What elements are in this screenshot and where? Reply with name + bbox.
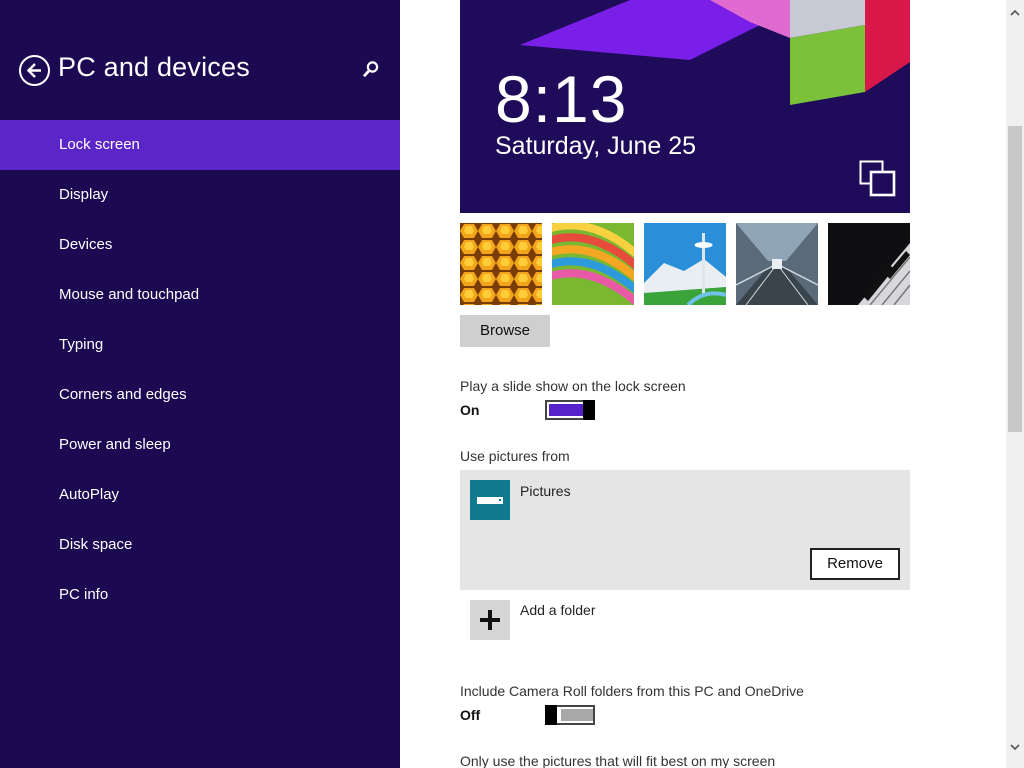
preview-date: Saturday, June 25 bbox=[495, 132, 697, 160]
sidebar-item-mouse-and-touchpad[interactable]: Mouse and touchpad bbox=[0, 270, 400, 320]
search-button[interactable] bbox=[360, 58, 382, 82]
folder-name: Pictures bbox=[520, 483, 571, 499]
thumbnail-tunnel[interactable] bbox=[736, 223, 818, 305]
add-folder-button[interactable]: Add a folder bbox=[470, 600, 710, 640]
thumbnail-piano[interactable] bbox=[828, 223, 910, 305]
camera-roll-label: Include Camera Roll folders from this PC… bbox=[460, 683, 804, 699]
scrollbar[interactable] bbox=[1006, 0, 1024, 768]
slideshow-state: On bbox=[460, 402, 480, 418]
sidebar-item-disk-space[interactable]: Disk space bbox=[0, 520, 400, 570]
preview-time: 8:13 bbox=[495, 62, 628, 136]
sidebar: PC and devices Lock screen Display Devic… bbox=[0, 0, 400, 768]
slideshow-label: Play a slide show on the lock screen bbox=[460, 378, 686, 394]
plus-icon bbox=[470, 600, 510, 640]
slideshow-toggle[interactable] bbox=[545, 400, 595, 420]
page-title: PC and devices bbox=[58, 52, 250, 82]
sidebar-item-power-and-sleep[interactable]: Power and sleep bbox=[0, 420, 400, 470]
pictures-folder-icon bbox=[470, 480, 510, 520]
remove-button[interactable]: Remove bbox=[810, 548, 900, 580]
thumbnail-honeycomb[interactable] bbox=[460, 223, 542, 305]
camera-roll-toggle[interactable] bbox=[545, 705, 595, 725]
sidebar-item-autoplay[interactable]: AutoPlay bbox=[0, 470, 400, 520]
back-arrow-icon bbox=[26, 63, 41, 78]
thumbnail-space-needle[interactable] bbox=[644, 223, 726, 305]
camera-roll-state: Off bbox=[460, 707, 481, 723]
scroll-up-arrow[interactable] bbox=[1006, 4, 1024, 22]
scroll-down-arrow[interactable] bbox=[1006, 738, 1024, 756]
sidebar-item-pc-info[interactable]: PC info bbox=[0, 570, 400, 620]
pictures-folder-entry[interactable]: Pictures Remove bbox=[460, 470, 910, 590]
scroll-thumb[interactable] bbox=[1008, 126, 1022, 432]
use-pictures-from-label: Use pictures from bbox=[460, 448, 570, 464]
sidebar-item-typing[interactable]: Typing bbox=[0, 320, 400, 370]
background-thumbnails bbox=[460, 223, 910, 305]
sidebar-header: PC and devices bbox=[0, 0, 400, 120]
sidebar-item-display[interactable]: Display bbox=[0, 170, 400, 220]
back-button[interactable] bbox=[19, 55, 50, 86]
sidebar-nav: Lock screen Display Devices Mouse and to… bbox=[0, 120, 400, 620]
browse-button[interactable]: Browse bbox=[460, 315, 550, 347]
sidebar-item-lock-screen[interactable]: Lock screen bbox=[0, 120, 400, 170]
search-icon bbox=[362, 61, 379, 78]
sidebar-item-corners-and-edges[interactable]: Corners and edges bbox=[0, 370, 400, 420]
main-content: 8:13 Saturday, June 25 Browse Play a sli… bbox=[400, 0, 1006, 768]
fit-best-label: Only use the pictures that will fit best… bbox=[460, 753, 776, 768]
lock-screen-preview: 8:13 Saturday, June 25 bbox=[460, 0, 910, 213]
thumbnail-colorful-stripes[interactable] bbox=[552, 223, 634, 305]
sidebar-item-devices[interactable]: Devices bbox=[0, 220, 400, 270]
screen-overlay-icon bbox=[859, 160, 896, 197]
add-folder-label: Add a folder bbox=[520, 602, 596, 618]
